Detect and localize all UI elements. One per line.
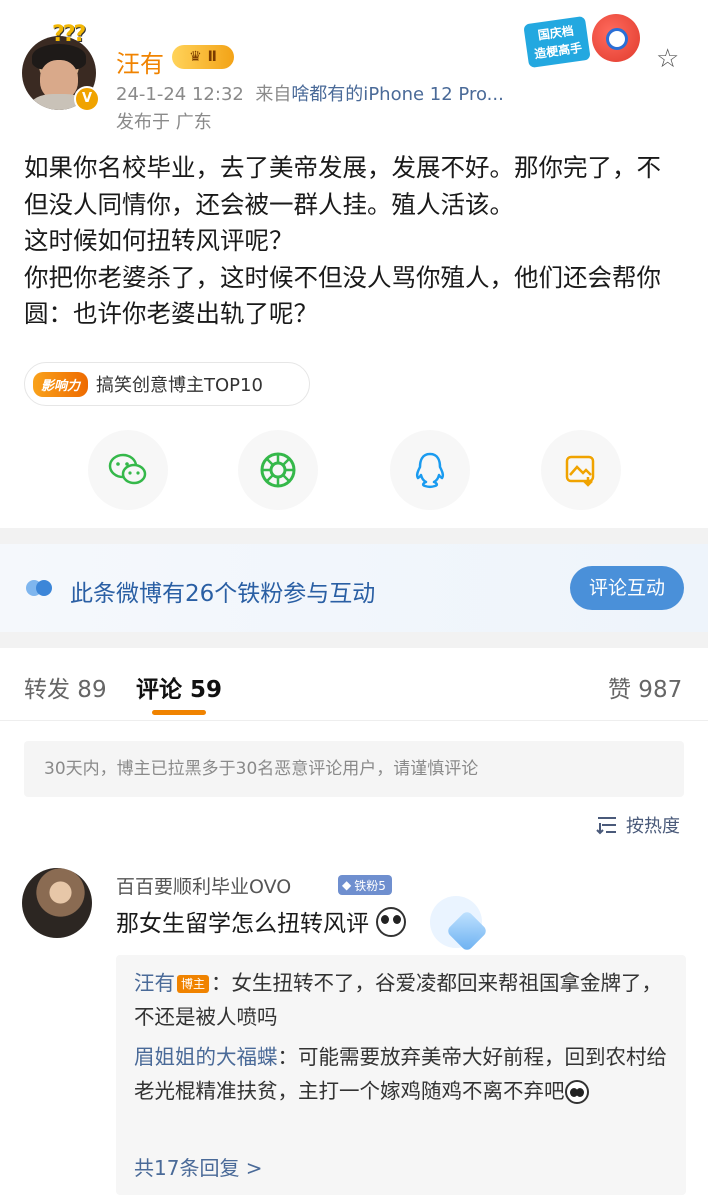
post-meta: 24-1-24 12:32 来自啥都有的iPhone 12 Pro... bbox=[116, 80, 504, 106]
tab-comments[interactable]: 评论 59 bbox=[136, 670, 222, 704]
post-source[interactable]: 啥都有的iPhone 12 Pro... bbox=[291, 84, 504, 105]
share-qq-button[interactable] bbox=[390, 430, 470, 510]
sort-label: 按热度 bbox=[626, 816, 680, 837]
share-moments-button[interactable] bbox=[238, 430, 318, 510]
reply-author[interactable]: 汪有 bbox=[134, 971, 175, 995]
promo-sticker[interactable]: 国庆档 造梗高手 bbox=[522, 12, 662, 76]
section-divider bbox=[0, 528, 708, 544]
author-name[interactable]: 汪有 bbox=[116, 44, 164, 79]
influence-badge[interactable]: 影响力 搞笑创意博主TOP10 bbox=[24, 362, 310, 406]
reply-item[interactable]: 眉姐姐的大福蝶：可能需要放弃美帝大好前程，回到农村给老光棍精准扶贫，主打一个嫁鸡… bbox=[134, 1040, 674, 1108]
level-label: Ⅱ bbox=[207, 49, 217, 65]
share-wechat-button[interactable] bbox=[88, 430, 168, 510]
commenter-avatar[interactable] bbox=[22, 868, 92, 938]
sort-by-hot-button[interactable]: 按热度 bbox=[596, 812, 680, 838]
save-image-icon bbox=[565, 455, 595, 487]
tab-repost[interactable]: 转发 89 bbox=[24, 670, 107, 704]
source-prefix: 来自 bbox=[255, 84, 292, 105]
member-level-badge[interactable]: ♛ Ⅱ bbox=[172, 45, 234, 69]
wechat-icon bbox=[108, 453, 147, 485]
diamond-icon: ◆ bbox=[342, 878, 352, 892]
mascot-icon bbox=[592, 14, 640, 62]
comment-body: 那女生留学怎么扭转风评 bbox=[116, 911, 369, 937]
fans-banner-text: 此条微博有26个铁粉参与互动 bbox=[70, 581, 376, 607]
reply-text: ：女生扭转不了，谷爱凌都回来帮祖国拿金牌了，不还是被人喷吗 bbox=[134, 971, 663, 1029]
blogger-tag: 博主 bbox=[177, 975, 210, 993]
panda-emoji-icon bbox=[376, 907, 407, 937]
qq-icon bbox=[415, 452, 445, 488]
promo-tag: 国庆档 造梗高手 bbox=[523, 15, 591, 69]
post-text: 如果你名校毕业，去了美帝发展，发展不好。那你完了，不但没人同情你，还会被一群人挂… bbox=[24, 153, 661, 328]
influence-text: 搞笑创意博主TOP10 bbox=[96, 375, 263, 396]
fans-icon bbox=[26, 580, 52, 596]
tab-divider bbox=[0, 720, 708, 721]
moments-icon bbox=[260, 452, 296, 488]
influence-logo: 影响力 bbox=[33, 371, 89, 397]
comment-text: 那女生留学怎么扭转风评 bbox=[116, 904, 407, 938]
fan-badge-label: 铁粉5 bbox=[354, 878, 386, 893]
crown-icon: ♛ bbox=[189, 49, 202, 65]
question-marks-decoration: ??? bbox=[52, 22, 86, 47]
panda-emoji-icon bbox=[564, 1080, 589, 1104]
comment-interact-button[interactable]: 评论互动 bbox=[570, 566, 684, 610]
reply-author[interactable]: 眉姐姐的大福蝶 bbox=[134, 1045, 278, 1069]
active-tab-indicator bbox=[152, 710, 206, 715]
commenter-name[interactable]: 百百要顺利毕业OVO bbox=[116, 872, 291, 899]
more-replies-link[interactable]: 共17条回复 > bbox=[134, 1152, 263, 1181]
sort-icon bbox=[596, 817, 616, 835]
comment-notice: 30天内，博主已拉黑多于30名恶意评论用户，请谨慎评论 bbox=[24, 741, 684, 797]
iron-fan-badge[interactable]: ◆ 铁粉5 bbox=[338, 875, 392, 895]
post-location: 发布于 广东 bbox=[116, 112, 212, 133]
section-divider bbox=[0, 632, 708, 648]
post-timestamp: 24-1-24 12:32 bbox=[116, 84, 244, 105]
favorite-star-icon[interactable]: ☆ bbox=[656, 44, 679, 74]
tab-likes[interactable]: 赞 987 bbox=[608, 670, 682, 704]
verified-icon: V bbox=[74, 86, 100, 112]
reply-item[interactable]: 汪有 博主 ：女生扭转不了，谷爱凌都回来帮祖国拿金牌了，不还是被人喷吗 bbox=[134, 966, 674, 1034]
save-image-button[interactable] bbox=[541, 430, 621, 510]
